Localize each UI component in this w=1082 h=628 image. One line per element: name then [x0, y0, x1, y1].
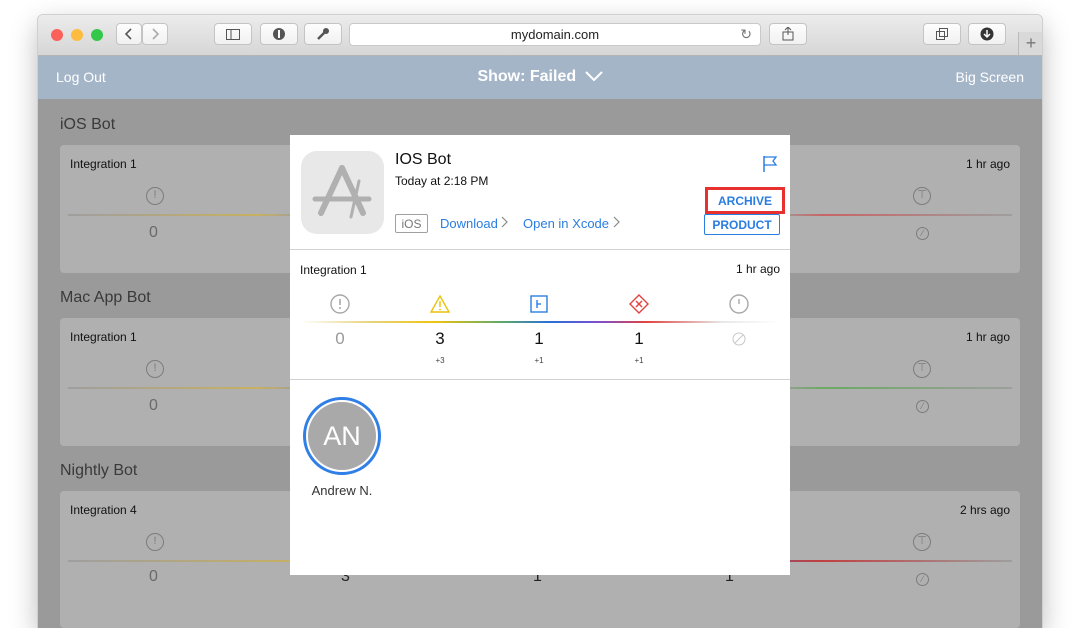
- archive-button[interactable]: ARCHIVE: [705, 187, 785, 214]
- divider: [290, 249, 790, 250]
- test-failure-count: 1: [634, 329, 644, 348]
- wrench-icon: [317, 28, 329, 40]
- download-icon: [980, 27, 994, 41]
- download-link[interactable]: Download: [440, 216, 509, 231]
- share-button[interactable]: [769, 23, 807, 45]
- analyzer-delta: +1: [534, 356, 544, 365]
- browser-window: mydomain.com ↻ + Log Out Show: Failed Bi…: [38, 15, 1042, 628]
- clock-icon: [729, 294, 749, 314]
- new-tab-button[interactable]: +: [1018, 32, 1042, 55]
- integration-label: Integration 1: [300, 263, 367, 277]
- browser-toolbar: mydomain.com ↻ +: [38, 15, 1042, 56]
- error-icon: !: [146, 533, 164, 551]
- privacy-button[interactable]: [260, 23, 298, 45]
- open-in-xcode-link[interactable]: Open in Xcode: [523, 216, 621, 231]
- analyzer-icon: [529, 294, 549, 314]
- sidebar-icon: [226, 28, 240, 40]
- open-in-xcode-label: Open in Xcode: [523, 216, 610, 231]
- page-content: Log Out Show: Failed Big Screen iOS Bot …: [38, 56, 1042, 628]
- avatar[interactable]: AN: [303, 397, 381, 475]
- filter-selector[interactable]: Show: Failed: [38, 68, 1042, 86]
- error-count: 0: [149, 397, 158, 414]
- error-icon: [330, 294, 350, 314]
- back-button[interactable]: [116, 23, 142, 45]
- sidebar-button[interactable]: [214, 23, 252, 45]
- tabs-overview-button[interactable]: [923, 23, 961, 45]
- chevron-down-icon: [584, 71, 603, 82]
- forward-button[interactable]: [142, 23, 168, 45]
- bot-name: IOS Bot: [395, 151, 452, 168]
- integration-time: 1 hr ago: [735, 262, 780, 276]
- warning-icon: [430, 294, 450, 314]
- product-button[interactable]: PRODUCT: [704, 214, 780, 235]
- minimize-window-button[interactable]: [71, 29, 83, 41]
- downloads-button[interactable]: [968, 23, 1006, 45]
- integration-time: 1 hr ago: [965, 330, 1010, 344]
- bot-title: Mac App Bot: [60, 289, 151, 306]
- url-text: mydomain.com: [510, 27, 600, 42]
- analyzer-count: 1: [534, 329, 544, 348]
- header-bar: Log Out Show: Failed Big Screen: [38, 56, 1042, 99]
- integration-date: Today at 2:18 PM: [395, 174, 489, 188]
- tools-button[interactable]: [304, 23, 342, 45]
- zoom-window-button[interactable]: [91, 29, 103, 41]
- warning-delta: +3: [435, 356, 445, 365]
- share-icon: [782, 27, 794, 41]
- integration-label: Integration 1: [70, 330, 137, 344]
- not-applicable-icon: ⁄: [916, 573, 929, 586]
- integration-label: Integration 4: [70, 503, 137, 517]
- bot-detail-modal: IOS Bot Today at 2:18 PM ARCHIVE PRODUCT…: [290, 135, 790, 575]
- error-icon: !: [146, 360, 164, 378]
- bot-title: iOS Bot: [60, 116, 116, 133]
- download-label: Download: [440, 216, 498, 231]
- integration-time: 2 hrs ago: [959, 503, 1010, 517]
- shield-icon: [273, 28, 285, 40]
- not-applicable-icon: ⁄: [916, 227, 929, 240]
- status-line: [300, 321, 780, 323]
- reload-icon[interactable]: ↻: [740, 26, 752, 43]
- avatar-initials: AN: [308, 402, 376, 470]
- integration-time: 1 hr ago: [965, 157, 1010, 171]
- integration-label: Integration 1: [70, 157, 137, 171]
- xcode-app-icon: [301, 151, 384, 234]
- not-applicable-icon: ⁄: [916, 400, 929, 413]
- back-icon: [124, 28, 132, 40]
- test-failure-icon: [629, 294, 649, 314]
- filter-label: Show: Failed: [477, 68, 577, 85]
- close-window-button[interactable]: [51, 29, 63, 41]
- flag-icon[interactable]: [762, 155, 778, 173]
- error-count: 0: [335, 329, 345, 348]
- committer-name: Andrew N.: [311, 483, 373, 498]
- error-icon: !: [146, 187, 164, 205]
- warning-count: 3: [435, 329, 445, 348]
- big-screen-link[interactable]: Big Screen: [956, 69, 1024, 85]
- clock-icon: ⊤: [913, 360, 931, 378]
- platform-badge: iOS: [395, 214, 428, 233]
- test-failure-delta: +1: [634, 356, 644, 365]
- divider: [290, 379, 790, 380]
- clock-icon: ⊤: [913, 187, 931, 205]
- not-applicable-icon: [732, 332, 746, 346]
- bot-title: Nightly Bot: [60, 462, 138, 479]
- error-count: 0: [149, 568, 158, 585]
- error-count: 0: [149, 224, 158, 241]
- address-bar[interactable]: mydomain.com ↻: [349, 23, 761, 46]
- clock-icon: ⊤: [913, 533, 931, 551]
- forward-icon: [152, 28, 160, 40]
- chevron-right-icon: [502, 216, 509, 228]
- chevron-right-icon: [613, 216, 620, 228]
- tabs-icon: [935, 27, 948, 40]
